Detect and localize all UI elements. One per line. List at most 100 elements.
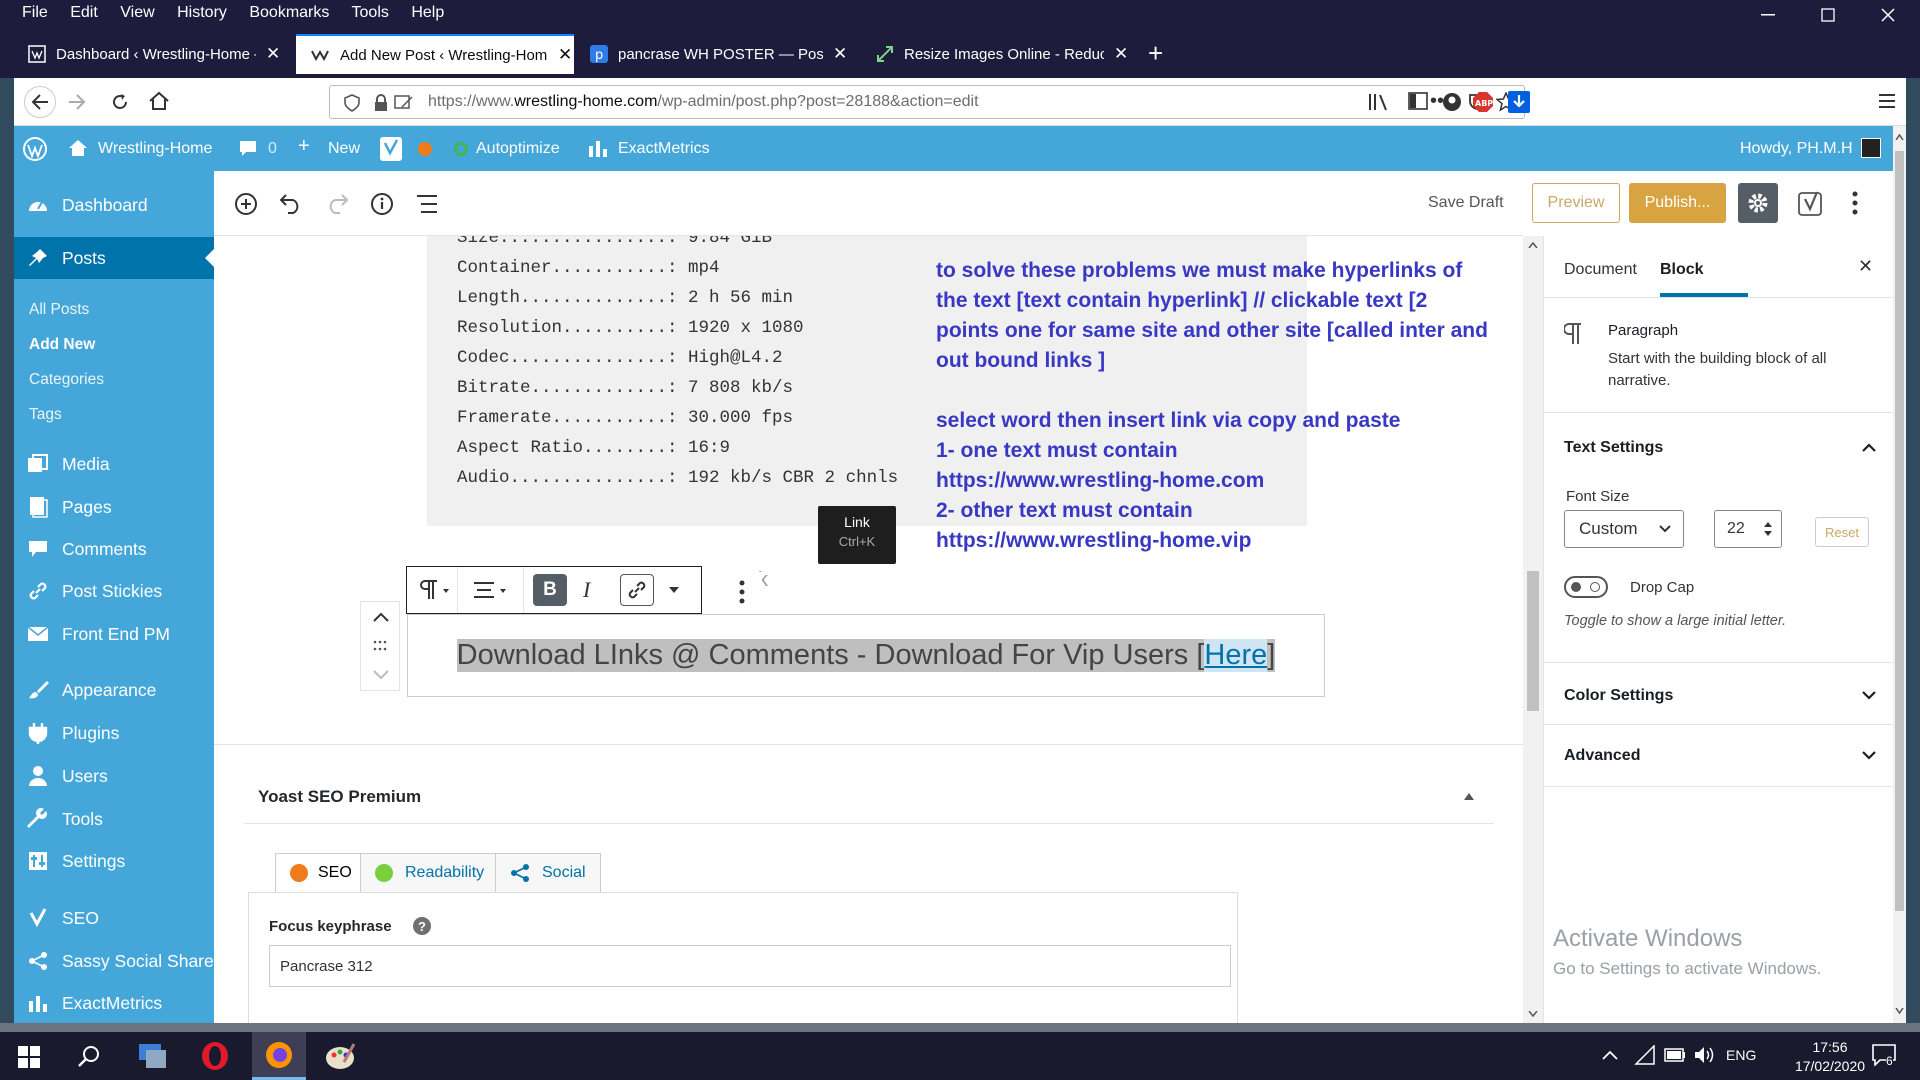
forward-button[interactable] [68, 94, 86, 110]
scroll-down-icon[interactable] [1895, 1008, 1904, 1014]
download-icon[interactable] [1508, 91, 1530, 113]
computer-app-icon[interactable] [138, 1042, 168, 1070]
new-content-link[interactable]: New [328, 140, 360, 158]
yoast-tab-seo[interactable]: SEO [275, 853, 367, 893]
text-settings-title[interactable]: Text Settings [1564, 439, 1663, 457]
maximize-button[interactable] [1798, 2, 1858, 28]
menu-help[interactable]: Help [411, 4, 444, 21]
avatar[interactable] [1861, 138, 1881, 158]
menu-tools[interactable]: Tools [352, 4, 389, 21]
block-more-options-icon[interactable] [722, 572, 762, 612]
stepper-icon[interactable] [1763, 521, 1773, 537]
publish-button[interactable]: Publish... [1629, 183, 1726, 223]
yoast-tab-readability[interactable]: Readability [360, 853, 500, 893]
add-block-icon[interactable] [234, 192, 258, 216]
library-icon[interactable] [1368, 92, 1390, 112]
reset-button[interactable]: Reset [1815, 517, 1869, 547]
paragraph-icon[interactable] [419, 579, 449, 601]
redo-icon[interactable] [326, 194, 348, 214]
bold-button[interactable]: B [533, 574, 567, 606]
scroll-down-icon[interactable] [1528, 1011, 1538, 1017]
minimize-button[interactable] [1738, 2, 1798, 28]
settings-toggle-button[interactable] [1738, 183, 1778, 223]
sidebar-item-plugins[interactable]: Plugins [14, 713, 214, 753]
tab-block[interactable]: Block [1660, 261, 1704, 279]
search-icon[interactable] [78, 1045, 100, 1067]
sidebar-item-media[interactable]: Media [14, 444, 214, 484]
close-tab-icon[interactable]: ✕ [833, 44, 847, 64]
sidebar-item-tools[interactable]: Tools [14, 799, 214, 839]
reload-button[interactable] [110, 92, 130, 112]
menu-file[interactable]: File [22, 4, 48, 21]
close-tab-icon[interactable]: ✕ [558, 45, 572, 65]
sidebar-item-posts[interactable]: Posts [14, 237, 214, 279]
home-button[interactable] [148, 91, 170, 111]
menu-bookmarks[interactable]: Bookmarks [249, 4, 329, 21]
back-button[interactable] [24, 86, 56, 118]
submenu-tags[interactable]: Tags [29, 406, 62, 424]
preview-button[interactable]: Preview [1532, 183, 1620, 223]
close-settings-icon[interactable]: ✕ [1858, 256, 1873, 277]
language-indicator[interactable]: ENG [1726, 1047, 1756, 1063]
chevron-up-icon[interactable] [1602, 1050, 1618, 1060]
sidebar-item-settings[interactable]: Settings [14, 841, 214, 881]
italic-button[interactable]: I [583, 577, 590, 603]
close-tab-icon[interactable]: ✕ [1114, 44, 1128, 64]
sidebar-item-dashboard[interactable]: Dashboard [14, 185, 214, 225]
move-down-icon[interactable] [373, 670, 389, 680]
link-button[interactable] [620, 574, 654, 606]
advanced-panel[interactable]: Advanced [1544, 725, 1894, 787]
tab-resize-images[interactable]: Resize Images Online - Reduce ✕ [862, 34, 1132, 74]
network-icon[interactable] [1634, 1045, 1656, 1065]
url-bar[interactable]: https://www.wrestling-home.com/wp-admin/… [329, 85, 1525, 119]
menu-edit[interactable]: Edit [70, 4, 98, 21]
battery-icon[interactable] [1664, 1048, 1686, 1062]
paint-icon[interactable] [324, 1040, 356, 1072]
tab-document[interactable]: Document [1564, 261, 1637, 279]
page-scrollbar[interactable] [1893, 126, 1906, 1023]
sidebar-item-front-end-pm[interactable]: Front End PM [14, 614, 214, 654]
firefox-taskbar-button[interactable] [252, 1032, 306, 1080]
tab-add-new-post[interactable]: Add New Post ‹ Wrestling-Home ✕ [296, 34, 574, 74]
outline-list-icon[interactable] [416, 194, 438, 214]
comments-count[interactable]: 0 [268, 140, 277, 158]
font-size-select[interactable]: Custom [1564, 510, 1684, 548]
submenu-all-posts[interactable]: All Posts [29, 301, 89, 319]
focus-keyphrase-input[interactable]: Pancrase 312 [269, 945, 1231, 987]
yoast-icon[interactable] [380, 137, 402, 161]
drop-cap-toggle[interactable] [1564, 576, 1608, 598]
close-window-button[interactable] [1858, 2, 1918, 28]
chevron-up-icon[interactable] [1862, 443, 1876, 452]
adblock-icon[interactable]: ABP [1472, 91, 1494, 113]
new-tab-button[interactable]: + [1148, 38, 1163, 69]
close-tab-icon[interactable]: ✕ [266, 44, 280, 64]
yoast-sidebar-icon[interactable] [1798, 189, 1824, 217]
yoast-tab-social[interactable]: Social [495, 853, 601, 893]
clock[interactable]: 17:56 17/02/2020 [1780, 1038, 1880, 1076]
tab-pancrase-poster[interactable]: p pancrase WH POSTER — Posting ✕ [576, 34, 860, 74]
more-formats-icon[interactable] [669, 587, 679, 593]
submenu-categories[interactable]: Categories [29, 371, 104, 389]
help-icon[interactable]: ? [413, 917, 431, 935]
paragraph-block[interactable]: Download LInks @ Comments - Download For… [407, 614, 1325, 697]
site-name-link[interactable]: Wrestling-Home [98, 140, 212, 158]
sidebar-item-users[interactable]: Users [14, 756, 214, 796]
sidebar-item-comments[interactable]: Comments [14, 529, 214, 569]
sidebar-item-appearance[interactable]: Appearance [14, 670, 214, 710]
sidebar-item-post-stickies[interactable]: Post Stickies [14, 571, 214, 611]
more-options-icon[interactable] [1852, 191, 1858, 215]
tab-dashboard[interactable]: Dashboard ‹ Wrestling-Home — ✕ [14, 34, 294, 74]
sidebar-item-pages[interactable]: Pages [14, 487, 214, 527]
volume-icon[interactable] [1694, 1046, 1716, 1064]
account-icon[interactable] [1442, 92, 1462, 112]
scroll-up-icon[interactable] [1528, 242, 1538, 248]
windows-start-icon[interactable] [18, 1046, 40, 1068]
wordpress-logo-icon[interactable] [22, 136, 48, 162]
align-icon[interactable] [473, 581, 507, 601]
menu-history[interactable]: History [177, 4, 227, 21]
collapse-arrow-icon[interactable] [1464, 793, 1474, 800]
submenu-add-new[interactable]: Add New [29, 336, 95, 354]
scroll-thumb[interactable] [1527, 571, 1539, 711]
here-link[interactable]: Here [1204, 639, 1268, 672]
sidebar-icon[interactable] [1408, 92, 1428, 110]
